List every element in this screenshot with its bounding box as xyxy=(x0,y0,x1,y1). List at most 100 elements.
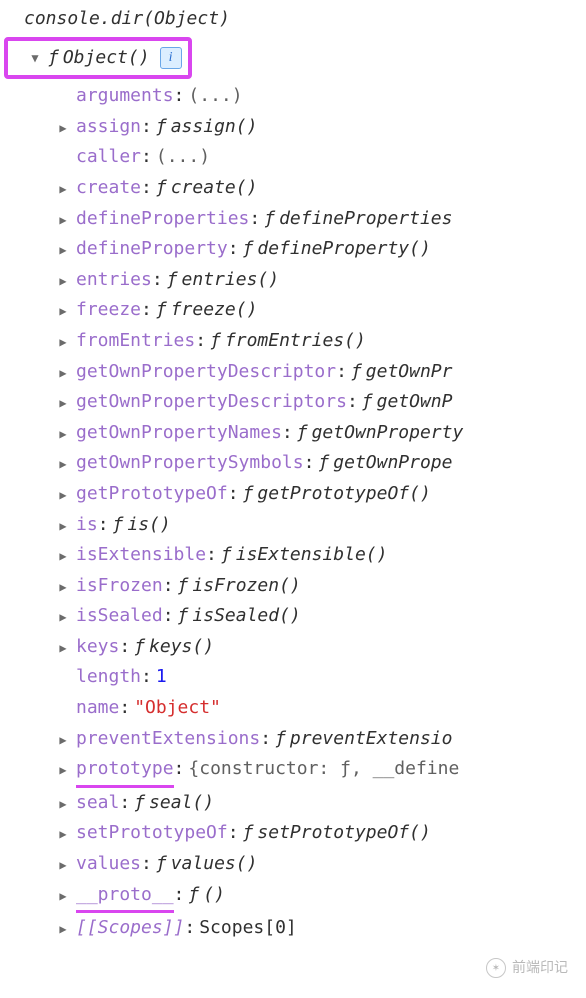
property-row[interactable]: ▶assign: ƒ assign() xyxy=(56,112,586,143)
property-key: [[Scopes]] xyxy=(76,913,184,944)
property-row[interactable]: ▶isSealed: ƒ isSealed() xyxy=(56,601,586,632)
property-row[interactable]: ▶seal: ƒ seal() xyxy=(56,788,586,819)
colon-separator: : xyxy=(98,510,109,541)
function-name: getOwnProperty xyxy=(312,418,464,449)
expand-triangle-icon[interactable]: ▶ xyxy=(56,393,70,413)
function-name: defineProperty() xyxy=(257,234,430,265)
function-name: entries() xyxy=(182,265,280,296)
expand-triangle-icon[interactable]: ▶ xyxy=(56,271,70,291)
expand-triangle-icon[interactable]: ▶ xyxy=(56,454,70,474)
expand-triangle-icon[interactable]: ▶ xyxy=(56,607,70,627)
property-row[interactable]: ▶fromEntries: ƒ fromEntries() xyxy=(56,326,586,357)
colon-separator: : xyxy=(249,204,260,235)
property-key: getOwnPropertyDescriptors xyxy=(76,387,347,418)
function-f-glyph: ƒ xyxy=(48,43,59,74)
expand-triangle-icon[interactable]: ▶ xyxy=(56,577,70,597)
property-row[interactable]: ▶setPrototypeOf: ƒ setPrototypeOf() xyxy=(56,818,586,849)
property-key: seal xyxy=(76,788,119,819)
expand-triangle-icon[interactable]: ▶ xyxy=(56,363,70,383)
colon-separator: : xyxy=(282,418,293,449)
function-name: getOwnP xyxy=(377,387,453,418)
expand-triangle-icon[interactable]: ▶ xyxy=(56,485,70,505)
expand-triangle-icon[interactable]: ▶ xyxy=(56,332,70,352)
property-row[interactable]: ▶__proto__: ƒ () xyxy=(56,880,586,914)
expand-toggle-icon[interactable]: ▼ xyxy=(28,48,42,68)
property-row: ▶length: 1 xyxy=(56,662,586,693)
console-input-line: console.dir(Object) xyxy=(0,0,586,39)
colon-separator: : xyxy=(336,357,347,388)
expand-triangle-icon[interactable]: ▶ xyxy=(56,546,70,566)
expand-triangle-icon[interactable]: ▶ xyxy=(56,516,70,536)
expand-triangle-icon[interactable]: ▶ xyxy=(56,886,70,906)
property-row: ▶name: "Object" xyxy=(56,693,586,724)
property-row[interactable]: ▶freeze: ƒ freeze() xyxy=(56,295,586,326)
property-row[interactable]: ▶getOwnPropertyDescriptors: ƒ getOwnP xyxy=(56,387,586,418)
property-row[interactable]: ▶defineProperty: ƒ defineProperty() xyxy=(56,234,586,265)
colon-separator: : xyxy=(141,849,152,880)
object-root-row[interactable]: ▼ ƒ Object() i xyxy=(4,37,192,80)
function-name: preventExtensio xyxy=(290,724,453,755)
function-f-glyph: ƒ xyxy=(167,265,178,296)
expand-triangle-icon[interactable]: ▶ xyxy=(56,179,70,199)
property-key: freeze xyxy=(76,295,141,326)
colon-separator: : xyxy=(141,173,152,204)
property-row[interactable]: ▶keys: ƒ keys() xyxy=(56,632,586,663)
property-row[interactable]: ▶create: ƒ create() xyxy=(56,173,586,204)
property-row[interactable]: ▶preventExtensions: ƒ preventExtensio xyxy=(56,724,586,755)
property-row[interactable]: ▶values: ƒ values() xyxy=(56,849,586,880)
function-f-glyph: ƒ xyxy=(188,880,199,911)
property-key: fromEntries xyxy=(76,326,195,357)
colon-separator: : xyxy=(119,632,130,663)
function-name: () xyxy=(203,880,225,911)
property-row[interactable]: ▶getPrototypeOf: ƒ getPrototypeOf() xyxy=(56,479,586,510)
colon-separator: : xyxy=(174,81,185,112)
property-key: isFrozen xyxy=(76,571,163,602)
function-name: getOwnPr xyxy=(366,357,453,388)
colon-separator: : xyxy=(141,662,152,693)
property-row[interactable]: ▶defineProperties: ƒ defineProperties xyxy=(56,204,586,235)
colon-separator: : xyxy=(174,754,185,785)
expand-triangle-icon[interactable]: ▶ xyxy=(56,240,70,260)
expand-triangle-icon[interactable]: ▶ xyxy=(56,210,70,230)
expand-triangle-icon[interactable]: ▶ xyxy=(56,824,70,844)
expand-triangle-icon[interactable]: ▶ xyxy=(56,301,70,321)
expand-triangle-icon[interactable]: ▶ xyxy=(56,794,70,814)
colon-separator: : xyxy=(206,540,217,571)
colon-separator: : xyxy=(141,142,152,173)
expand-triangle-icon[interactable]: ▶ xyxy=(56,855,70,875)
function-f-glyph: ƒ xyxy=(210,326,221,357)
colon-separator: : xyxy=(141,112,152,143)
function-f-glyph: ƒ xyxy=(178,601,189,632)
property-row[interactable]: ▶[[Scopes]]: Scopes[0] xyxy=(56,913,586,944)
expand-triangle-icon[interactable]: ▶ xyxy=(56,760,70,780)
expand-triangle-icon[interactable]: ▶ xyxy=(56,730,70,750)
expand-triangle-icon[interactable]: ▶ xyxy=(56,638,70,658)
property-row[interactable]: ▶entries: ƒ entries() xyxy=(56,265,586,296)
expand-triangle-icon[interactable]: ▶ xyxy=(56,424,70,444)
property-key: getOwnPropertyDescriptor xyxy=(76,357,336,388)
watermark-icon: ✶ xyxy=(486,958,506,978)
property-key: isExtensible xyxy=(76,540,206,571)
function-name: getOwnPrope xyxy=(333,448,452,479)
property-row[interactable]: ▶is: ƒ is() xyxy=(56,510,586,541)
property-row[interactable]: ▶isFrozen: ƒ isFrozen() xyxy=(56,571,586,602)
property-row[interactable]: ▶getOwnPropertySymbols: ƒ getOwnPrope xyxy=(56,448,586,479)
colon-separator: : xyxy=(228,234,239,265)
property-key: entries xyxy=(76,265,152,296)
property-row[interactable]: ▶prototype: {constructor: ƒ, __define xyxy=(56,754,586,788)
watermark-text: 前端印记 xyxy=(512,956,568,980)
info-icon[interactable]: i xyxy=(160,47,182,69)
property-key: setPrototypeOf xyxy=(76,818,228,849)
function-name: defineProperties xyxy=(279,204,452,235)
expand-triangle-icon[interactable]: ▶ xyxy=(56,118,70,138)
property-value-object: {constructor: ƒ, __define xyxy=(188,754,459,785)
property-row[interactable]: ▶getOwnPropertyDescriptor: ƒ getOwnPr xyxy=(56,357,586,388)
property-value-number: 1 xyxy=(156,662,167,693)
colon-separator: : xyxy=(304,448,315,479)
property-row[interactable]: ▶getOwnPropertyNames: ƒ getOwnProperty xyxy=(56,418,586,449)
function-f-glyph: ƒ xyxy=(134,788,145,819)
property-value: (...) xyxy=(156,142,210,173)
expand-triangle-icon[interactable]: ▶ xyxy=(56,919,70,939)
function-name: setPrototypeOf() xyxy=(257,818,430,849)
property-row[interactable]: ▶isExtensible: ƒ isExtensible() xyxy=(56,540,586,571)
